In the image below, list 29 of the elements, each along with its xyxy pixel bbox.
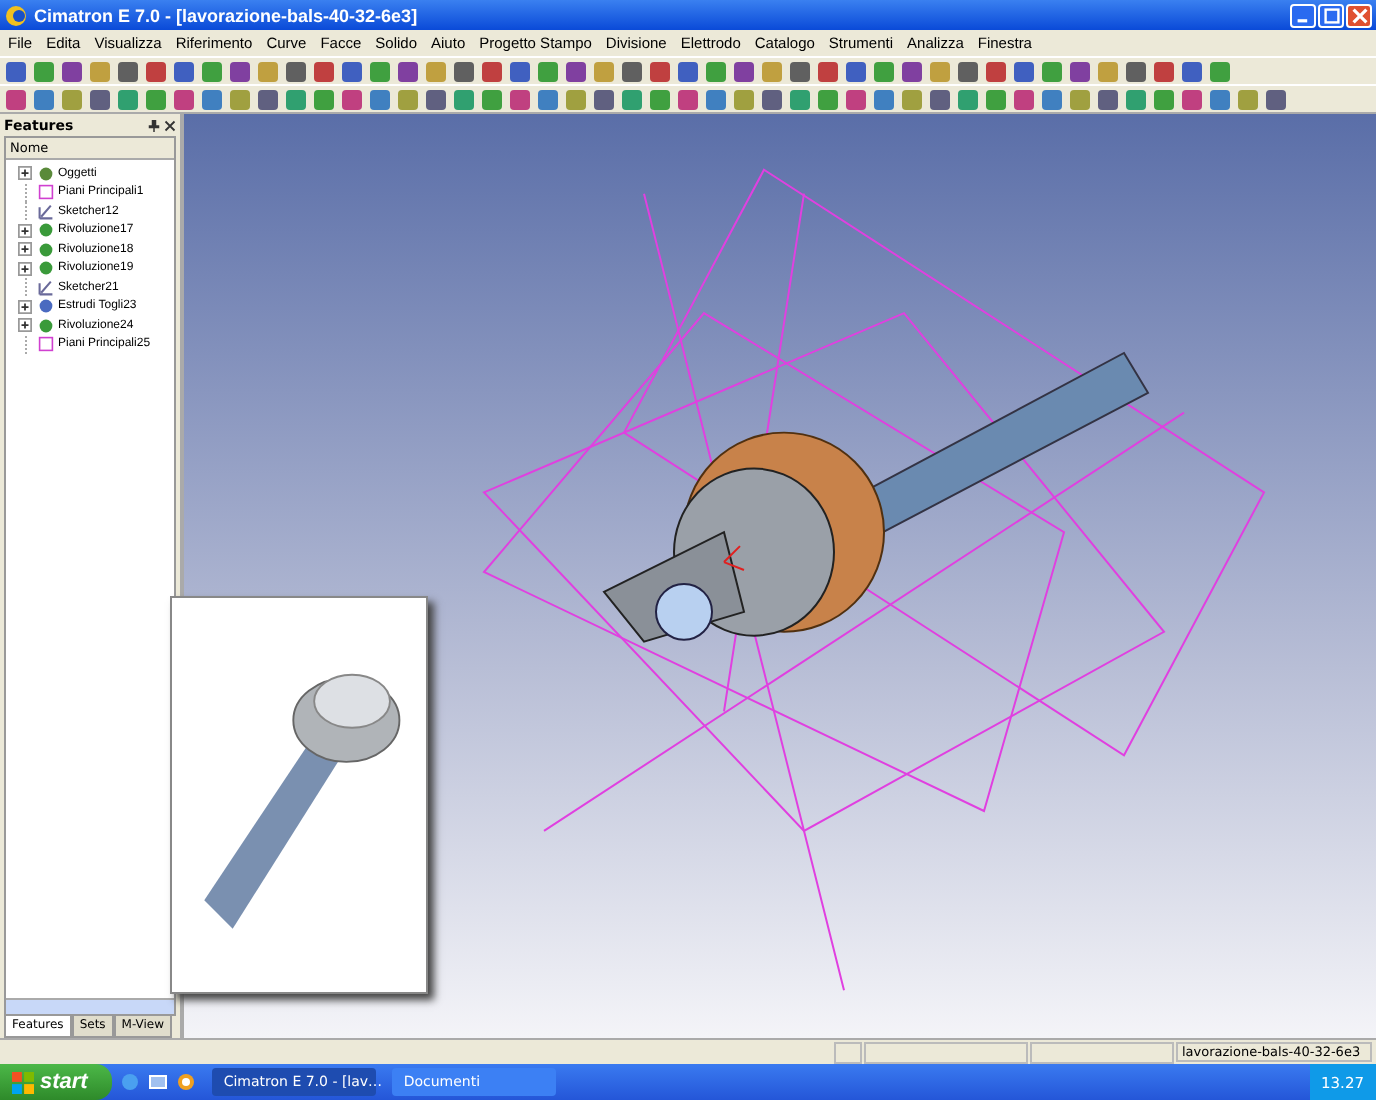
minimize-button[interactable] — [1290, 3, 1316, 27]
maximize-button[interactable] — [1318, 3, 1344, 27]
windows-logo-icon — [12, 1071, 34, 1093]
maximize-icon — [1323, 7, 1339, 23]
horizontal-scrollbar[interactable] — [6, 998, 174, 1014]
close-icon[interactable] — [164, 119, 176, 131]
extrude-feature-icon — [38, 298, 54, 315]
window-title: Cimatron E 7.0 - [lavorazione-bals-40-32-6e3] — [34, 5, 418, 25]
expand-toggle-icon[interactable] — [18, 261, 32, 276]
expand-toggle-icon[interactable] — [18, 242, 32, 257]
sketch-feature-icon — [38, 279, 54, 296]
app-logo-icon — [4, 3, 28, 27]
status-pane — [1030, 1041, 1174, 1063]
plane-feature-icon — [38, 336, 54, 353]
expand-toggle-icon[interactable] — [18, 318, 32, 333]
expand-toggle-icon[interactable] — [18, 166, 32, 181]
close-icon — [1351, 7, 1367, 23]
revolve-feature-icon — [38, 317, 54, 334]
desktop-icon[interactable] — [147, 1072, 168, 1092]
expand-toggle-icon[interactable] — [18, 223, 32, 238]
browser-icon[interactable] — [119, 1072, 140, 1092]
plane-feature-icon — [38, 184, 54, 201]
3d-viewport[interactable] — [184, 114, 1376, 1038]
expand-toggle-icon[interactable] — [18, 299, 32, 314]
objects-feature-icon — [38, 165, 54, 182]
player-icon[interactable] — [175, 1072, 196, 1092]
close-button[interactable] — [1346, 3, 1372, 27]
sketch-feature-icon — [38, 203, 54, 220]
pin-icon[interactable] — [148, 119, 160, 131]
